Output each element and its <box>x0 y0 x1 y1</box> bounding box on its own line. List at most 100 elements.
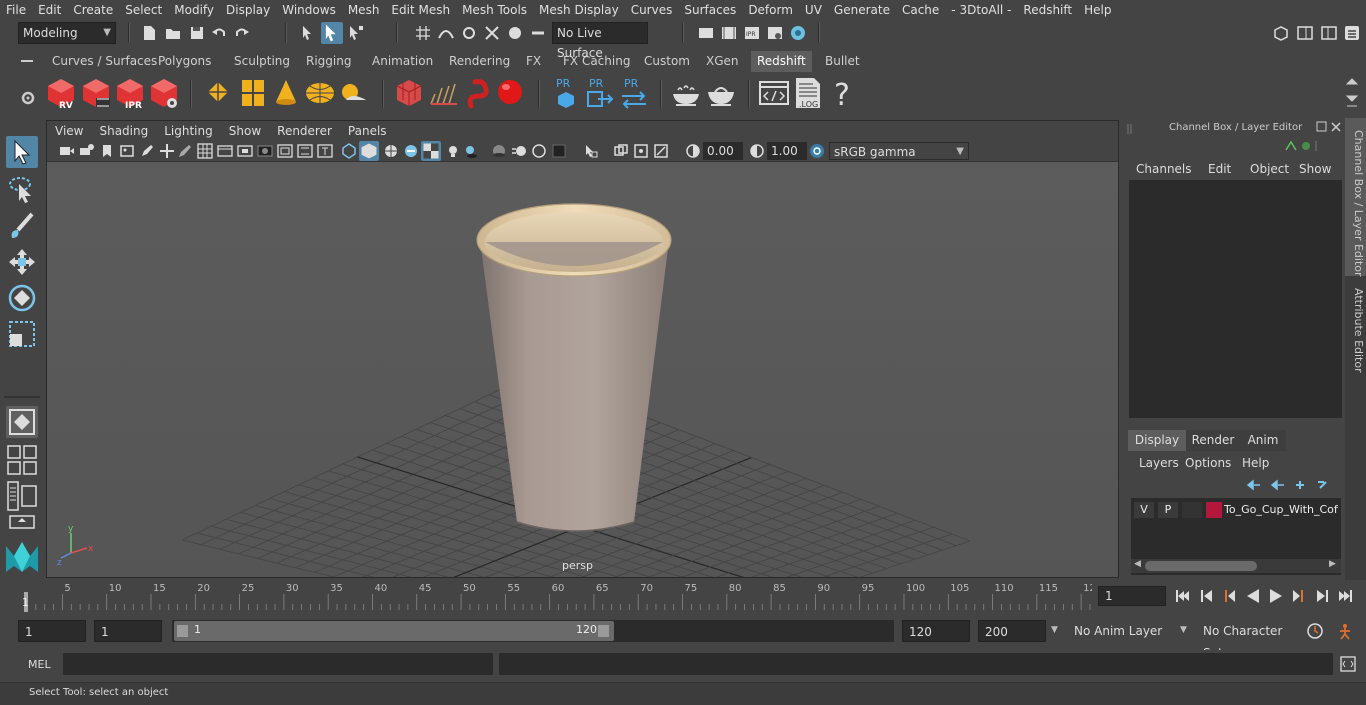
script-language-toggle[interactable]: MEL <box>28 658 51 671</box>
scroll-left-icon[interactable]: ◀ <box>1134 559 1141 569</box>
redshift-material-pot-icon[interactable] <box>705 76 737 110</box>
save-scene-icon[interactable] <box>188 24 206 42</box>
menu-mesh-tools[interactable]: Mesh Tools <box>456 0 533 20</box>
viewport-menu-renderer[interactable]: Renderer <box>269 124 340 138</box>
auto-key-icon[interactable] <box>1306 622 1324 640</box>
redshift-proxy-import-icon[interactable]: PR <box>584 76 616 110</box>
new-scene-icon[interactable] <box>140 24 158 42</box>
anti-aliasing-icon[interactable] <box>531 143 547 159</box>
playback-end-field[interactable]: 120 <box>902 620 970 642</box>
time-slider[interactable]: 5 10 15 20 25 30 35 40 45 50 55 60 65 70 75 80 85 90 95 100… <box>0 580 1366 614</box>
redshift-proxy-swap-icon[interactable]: PR <box>618 76 650 110</box>
color-space-dropdown[interactable]: sRGB gamma ▼ <box>829 142 969 160</box>
menu-help[interactable]: Help <box>1078 0 1117 20</box>
toggle-attribute-editor-icon[interactable] <box>1296 24 1314 42</box>
snap-projected-icon[interactable] <box>483 24 501 42</box>
animation-preferences-icon[interactable] <box>1336 622 1354 640</box>
menu-file[interactable]: File <box>0 0 32 20</box>
layer-tab-anim[interactable]: Anim <box>1240 430 1286 451</box>
xray-joints-icon[interactable] <box>633 143 649 159</box>
range-slider-bar[interactable] <box>174 621 614 641</box>
use-default-material-button[interactable] <box>421 141 441 161</box>
snap-live-icon[interactable] <box>529 24 547 42</box>
layout-toggle-button[interactable] <box>6 514 38 530</box>
redshift-script-editor-icon[interactable] <box>758 76 790 110</box>
ipr-render-icon[interactable]: IPR <box>743 24 761 42</box>
safe-action-icon[interactable] <box>297 143 313 159</box>
redo-icon[interactable] <box>233 24 251 42</box>
shelf-tab-curves-surfaces[interactable]: Curves / Surfaces <box>46 51 163 72</box>
menu-curves[interactable]: Curves <box>625 0 679 20</box>
isolate-select-icon[interactable] <box>583 143 599 159</box>
redshift-render-view-icon[interactable]: RV <box>45 76 77 110</box>
step-back-key-icon[interactable] <box>1220 587 1238 605</box>
color-management-icon[interactable] <box>809 143 825 159</box>
live-surface-field[interactable]: No Live Surface <box>552 22 648 60</box>
rotate-tool-button[interactable] <box>6 282 38 314</box>
viewport-menu-view[interactable]: View <box>47 124 91 138</box>
shelf-menu-icon[interactable] <box>20 56 34 66</box>
viewport-scene[interactable]: y x z persp <box>47 162 1118 577</box>
menu-cache[interactable]: Cache <box>896 0 945 20</box>
toggle-tool-settings-icon[interactable] <box>1320 24 1338 42</box>
menu-redshift[interactable]: Redshift <box>1017 0 1078 20</box>
select-hierarchy-icon[interactable] <box>300 24 318 42</box>
step-forward-icon[interactable] <box>1313 587 1331 605</box>
shelf-tab-bullet[interactable]: Bullet <box>819 51 866 72</box>
layer-type-toggle[interactable] <box>1182 502 1202 518</box>
play-backwards-icon[interactable] <box>1244 587 1262 605</box>
backface-culling-icon[interactable] <box>653 143 669 159</box>
gamma-icon[interactable] <box>749 143 765 159</box>
redshift-spot-light-icon[interactable] <box>270 76 302 110</box>
snap-curve-icon[interactable] <box>437 24 455 42</box>
snap-point-icon[interactable] <box>460 24 478 42</box>
depth-of-field-icon[interactable] <box>551 143 567 159</box>
redshift-material-bowl-icon[interactable] <box>670 76 702 110</box>
scale-tool-button[interactable] <box>6 318 38 350</box>
range-start-handle[interactable] <box>177 625 188 637</box>
paint-select-tool-button[interactable] <box>6 210 38 242</box>
redshift-dome-light-icon[interactable] <box>304 76 336 110</box>
safe-title-icon[interactable] <box>317 143 333 159</box>
panel-float-close-icons[interactable] <box>1316 121 1342 133</box>
film-gate-icon[interactable] <box>217 143 233 159</box>
exposure-icon[interactable] <box>685 143 701 159</box>
menu-create[interactable]: Create <box>67 0 119 20</box>
menu-3dtoall[interactable]: - 3DtoAll - <box>945 0 1017 20</box>
scroll-right-icon[interactable]: ▶ <box>1329 559 1336 569</box>
field-chart-icon[interactable] <box>277 143 293 159</box>
textured-icon[interactable] <box>403 143 419 159</box>
menu-deform[interactable]: Deform <box>742 0 799 20</box>
menu-uv[interactable]: UV <box>799 0 828 20</box>
range-end-handle[interactable] <box>598 625 609 637</box>
layer-action-icons[interactable] <box>1244 478 1332 492</box>
menu-windows[interactable]: Windows <box>276 0 342 20</box>
side-tab-attribute-editor[interactable]: Attribute Editor <box>1347 288 1365 373</box>
hypershade-icon[interactable] <box>789 24 807 42</box>
channel-menu-show[interactable]: Show <box>1299 162 1331 176</box>
redshift-curve-icon[interactable] <box>461 76 493 110</box>
redshift-help-icon[interactable]: ? <box>826 76 858 110</box>
outliner-layout-button[interactable] <box>6 480 38 512</box>
time-slider-ruler[interactable]: 5 10 15 20 25 30 35 40 45 50 55 60 65 70 75 80 85 90 95 100… <box>20 580 1092 614</box>
redshift-log-icon[interactable]: .LOG <box>792 76 824 110</box>
channel-list[interactable] <box>1129 180 1342 418</box>
command-input[interactable] <box>63 653 493 675</box>
menu-edit[interactable]: Edit <box>32 0 67 20</box>
menu-mesh-display[interactable]: Mesh Display <box>533 0 625 20</box>
gamma-field[interactable]: 1.00 <box>767 142 807 160</box>
shelf-tab-redshift[interactable]: Redshift <box>751 51 812 72</box>
lasso-tool-button[interactable] <box>6 174 38 206</box>
chevron-down-icon[interactable]: ▼ <box>1180 625 1187 635</box>
perspective-viewport[interactable]: View Shading Lighting Show Renderer Panels 0.… <box>46 120 1119 578</box>
gate-mask-icon[interactable] <box>257 143 273 159</box>
smooth-shade-button[interactable] <box>359 141 379 161</box>
go-to-start-icon[interactable] <box>1174 587 1192 605</box>
redshift-hair-icon[interactable] <box>427 76 459 110</box>
current-frame-field[interactable]: 1 <box>1098 586 1166 606</box>
move-tool-button[interactable] <box>6 246 38 278</box>
shelf-scroll-arrows-icon[interactable] <box>1345 76 1359 112</box>
redshift-volume-icon[interactable] <box>393 76 425 110</box>
shelf-tab-rendering[interactable]: Rendering <box>443 51 516 72</box>
shelf-tab-rigging[interactable]: Rigging <box>300 51 357 72</box>
